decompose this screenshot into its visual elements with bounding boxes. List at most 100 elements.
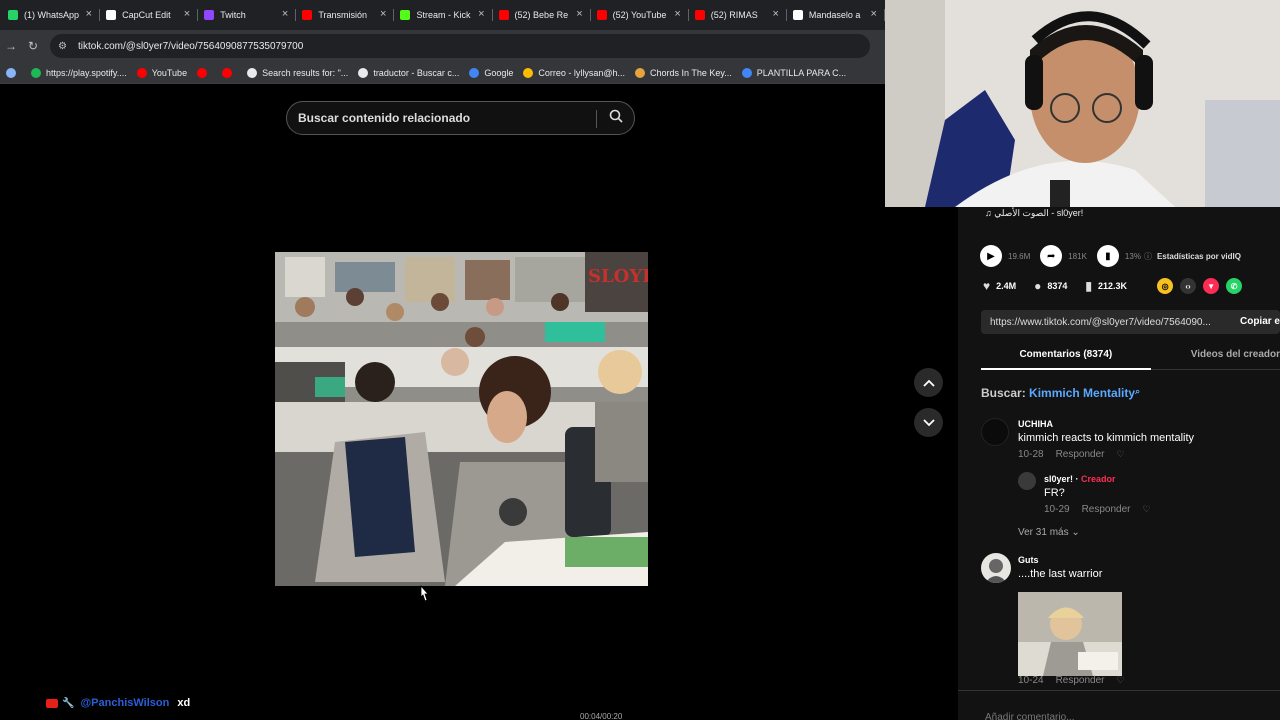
bookmark-favicon-icon <box>635 67 646 78</box>
add-comment-input[interactable]: Añadir comentario... <box>985 712 1075 720</box>
avatar[interactable] <box>1018 472 1036 490</box>
comment-text: FR? <box>1044 487 1065 499</box>
avatar[interactable] <box>981 553 1011 583</box>
site-settings-icon[interactable]: ⚙ <box>58 41 72 52</box>
wrench-icon: 🔧 <box>62 697 75 709</box>
bookmark-item[interactable]: YouTube <box>136 67 187 78</box>
video-player[interactable]: SLOYER <box>275 252 648 586</box>
previous-video-button[interactable] <box>914 368 943 397</box>
heart-icon[interactable]: ♥ <box>983 279 990 293</box>
browser-tab[interactable]: Transmisión × <box>296 0 395 30</box>
bookmark-item[interactable] <box>197 67 212 78</box>
close-icon[interactable]: × <box>674 8 680 20</box>
browser-tab[interactable]: (1) WhatsApp × <box>2 0 101 30</box>
video-watermark: SLOYER <box>588 266 648 287</box>
close-icon[interactable]: × <box>282 8 288 20</box>
video-timecode: 00:04/00:20 <box>580 712 623 720</box>
reply-button[interactable]: Responder <box>1056 675 1105 686</box>
next-video-button[interactable] <box>914 408 943 437</box>
close-icon[interactable]: × <box>772 8 778 20</box>
comments-count: 8374 <box>1047 281 1068 291</box>
chat-username: @PanchisWilson <box>80 697 170 709</box>
chart-icon[interactable]: ▮ <box>1096 245 1119 267</box>
close-icon[interactable]: × <box>871 8 877 20</box>
comment-username[interactable]: sl0yer! <box>1044 474 1073 484</box>
music-label[interactable]: ♫ الصوت الأصلي - sl0yer! <box>985 208 1083 219</box>
vidiq-label: Estadísticas por vidIQ <box>1156 251 1241 261</box>
like-heart-icon[interactable]: ♡ <box>1143 504 1151 515</box>
tab-creator-videos[interactable]: Videos del creador <box>1151 346 1280 369</box>
tab-favicon-icon <box>792 10 803 20</box>
whatsapp-share-icon[interactable]: ✆ <box>1226 278 1243 294</box>
related-search-input[interactable]: Buscar contenido relacionado <box>286 101 635 135</box>
browser-tab[interactable]: CapCut Edit × <box>100 0 199 30</box>
tab-favicon-icon <box>302 10 313 20</box>
search-icon[interactable] <box>609 109 623 126</box>
tab-title: Transmisión <box>318 10 368 20</box>
reply-button[interactable]: Responder <box>1056 449 1105 460</box>
chevron-down-icon <box>922 418 935 426</box>
view-more-replies-button[interactable]: Ver 31 más ⌄ <box>1018 527 1080 538</box>
close-icon[interactable]: × <box>380 8 386 20</box>
address-bar: → ↻ ⚙ tiktok.com/@sl0yer7/video/75640908… <box>0 30 885 62</box>
copy-link-button[interactable]: Copiar e <box>1231 310 1280 334</box>
close-icon[interactable]: × <box>576 8 582 20</box>
bookmark-favicon-icon <box>31 67 41 78</box>
bookmark-item[interactable]: https://play.spotify.... <box>31 67 127 78</box>
mouse-cursor-icon <box>417 584 431 608</box>
browser-tab[interactable]: Twitch × <box>198 0 297 30</box>
send-share-icon[interactable]: ▼ <box>1203 278 1220 294</box>
bookmark-item[interactable]: Correo - lyllysan@h... <box>523 67 625 78</box>
bookmark-label: Chords In The Key... <box>650 67 732 78</box>
bookmark-item[interactable]: Google <box>469 67 514 78</box>
tab-comments[interactable]: Comentarios (8374) <box>981 346 1151 370</box>
bookmark-item[interactable]: Search results for: "... <box>247 67 348 78</box>
browser-tab[interactable]: (52) RIMAS × <box>689 0 787 30</box>
url-field[interactable]: ⚙ tiktok.com/@sl0yer7/video/756409087753… <box>50 34 870 58</box>
search-divider <box>596 110 597 128</box>
search-query[interactable]: Kimmich Mentality <box>1029 386 1135 400</box>
bookmark-item[interactable] <box>6 67 21 78</box>
bookmark-item[interactable] <box>222 67 237 78</box>
bookmark-label: PLANTILLA PARA C... <box>756 67 847 78</box>
play-icon[interactable]: ▶ <box>980 245 1002 267</box>
stats-row: ▶ 19.6M ➦ 181K ▮ 13% ⓘ Estadísticas por … <box>980 245 1241 267</box>
bookmark-icon[interactable]: ▮ <box>1085 279 1092 293</box>
bookmark-item[interactable]: PLANTILLA PARA C... <box>741 67 847 78</box>
close-icon[interactable]: × <box>478 8 484 20</box>
bookmark-favicon-icon <box>247 67 258 78</box>
stat-percent: 13% <box>1124 251 1141 261</box>
close-icon[interactable]: × <box>184 8 190 20</box>
bookmark-label: Google <box>484 67 514 78</box>
comment-meta: 10-24 Responder ♡ <box>1018 675 1125 686</box>
coin-share-icon[interactable]: ◎ <box>1157 278 1174 294</box>
info-icon: ⓘ <box>1143 251 1152 261</box>
share-arrow-icon[interactable]: ➦ <box>1040 245 1063 267</box>
forward-icon[interactable]: → <box>0 39 22 53</box>
tab-title: Twitch <box>220 10 246 20</box>
bookmark-favicon-icon <box>741 67 752 78</box>
comment-icon[interactable]: ● <box>1034 279 1041 293</box>
bookmark-item[interactable]: traductor - Buscar c... <box>358 67 459 78</box>
browser-tab[interactable]: Mandaselo a × <box>787 0 885 30</box>
tab-favicon-icon <box>8 10 18 20</box>
avatar[interactable] <box>981 418 1009 446</box>
reload-icon[interactable]: ↻ <box>22 39 44 53</box>
browser-tab[interactable]: (52) YouTube × <box>591 0 689 30</box>
bookmark-item[interactable]: Chords In The Key... <box>635 67 732 78</box>
browser-tab[interactable]: (52) Bebe Re × <box>493 0 591 30</box>
comment-date: 10-24 <box>1018 675 1044 686</box>
browser-tab[interactable]: Stream - Kick × <box>394 0 493 30</box>
like-heart-icon[interactable]: ♡ <box>1117 449 1125 460</box>
tab-favicon-icon <box>694 10 705 20</box>
comment-image[interactable] <box>1018 592 1122 676</box>
like-heart-icon[interactable]: ♡ <box>1117 675 1125 686</box>
screen: (1) WhatsApp × CapCut Edit × Twitch × Transmis… <box>0 0 1280 720</box>
comment-search-suggestion[interactable]: Buscar: Kimmich Mentality⌕ <box>981 386 1140 400</box>
reply-button[interactable]: Responder <box>1082 504 1131 515</box>
embed-code-icon[interactable]: ‹› <box>1180 278 1197 294</box>
comment-username[interactable]: UCHIHA <box>1018 419 1194 429</box>
close-icon[interactable]: × <box>86 8 92 20</box>
share-link-field[interactable]: https://www.tiktok.com/@sl0yer7/video/75… <box>981 310 1280 334</box>
comment-username[interactable]: Guts <box>1018 555 1102 565</box>
